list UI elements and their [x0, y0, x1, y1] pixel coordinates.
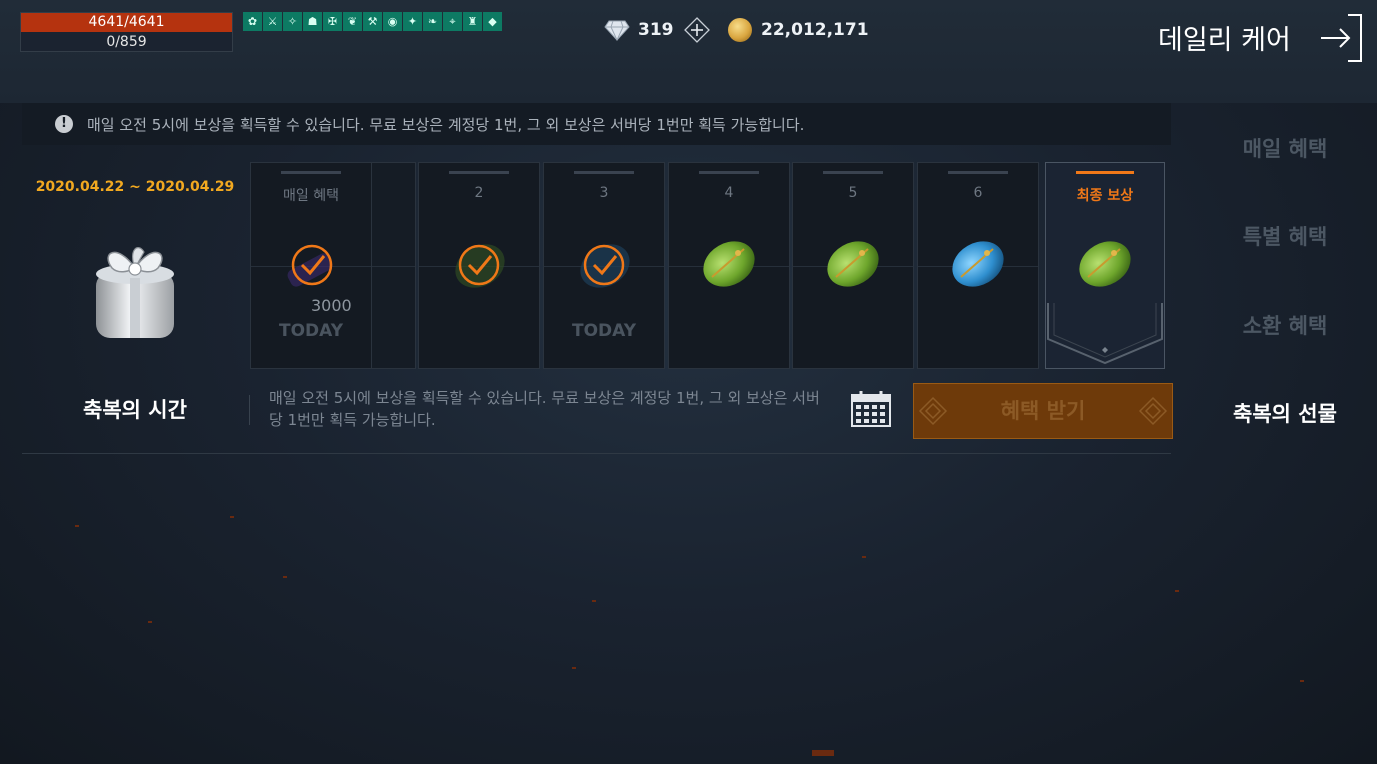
ember-particle [148, 621, 152, 623]
buff-icon[interactable]: ❧ [423, 12, 442, 31]
reward-card-day-3[interactable]: 3 TODAY [543, 162, 665, 369]
buff-icon[interactable]: ☗ [303, 12, 322, 31]
buff-icon[interactable]: ◉ [383, 12, 402, 31]
ember-particle [230, 516, 234, 518]
card-divider [371, 266, 415, 267]
ember-particle [1175, 590, 1179, 592]
hp-value: 4641/4641 [88, 14, 165, 30]
card-label: 최종 보상 [1076, 188, 1134, 204]
card-indicator [1076, 171, 1134, 174]
gem-counter: 319 [604, 16, 710, 44]
card-label: 3 [599, 185, 609, 201]
buff-icon[interactable]: ⚒ [363, 12, 382, 31]
buff-icon[interactable]: ✧ [283, 12, 302, 31]
buff-icon[interactable]: ✿ [243, 12, 262, 31]
green-leaf-icon [703, 241, 755, 287]
buff-icon[interactable]: ♜ [463, 12, 482, 31]
claim-label: 혜택 받기 [1000, 399, 1086, 423]
reward-quantity: 3000 [311, 296, 352, 315]
tab-daily-benefit[interactable]: 매일 혜택 [1200, 133, 1370, 163]
alert-icon: ! [55, 115, 73, 133]
reward-card-day-4[interactable]: 4 [668, 162, 790, 369]
buff-icon[interactable]: ❦ [343, 12, 362, 31]
reward-card-day-6[interactable]: 6 [917, 162, 1039, 369]
tab-special-benefit[interactable]: 특별 혜택 [1200, 221, 1370, 251]
add-gems-button[interactable] [683, 17, 710, 43]
divider [249, 395, 250, 425]
card-label: 4 [724, 185, 734, 201]
gift-box-icon [96, 247, 174, 338]
card-indicator [281, 171, 341, 174]
screen-title: 데일리 케어 [1158, 25, 1291, 56]
event-description: 매일 오전 5시에 보상을 획득할 수 있습니다. 무료 보상은 계정당 1번,… [269, 389, 820, 429]
reward-card-hidden [370, 162, 416, 369]
ember-particle [572, 667, 576, 669]
tab-summon-benefit[interactable]: 소환 혜택 [1200, 310, 1370, 340]
buff-icon[interactable]: ◆ [483, 12, 502, 31]
checkmark-icon [583, 244, 625, 286]
gem-amount: 319 [638, 20, 674, 40]
gold-counter: 22,012,171 [728, 16, 869, 44]
event-name: 축복의 시간 [83, 398, 187, 422]
exit-icon[interactable] [1318, 13, 1364, 63]
ornament-icon [1138, 396, 1168, 426]
card-indicator [449, 171, 509, 174]
buff-icon[interactable]: ⌖ [443, 12, 462, 31]
card-indicator [699, 171, 759, 174]
card-indicator [948, 171, 1008, 174]
card-label: 2 [474, 185, 484, 201]
notice-bar: ! 매일 오전 5시에 보상을 획득할 수 있습니다. 무료 보상은 계정당 1… [22, 103, 1171, 145]
tab-blessing-gift[interactable]: 축복의 선물 [1200, 398, 1370, 428]
green-leaf-icon [1079, 241, 1131, 287]
card-label: 6 [973, 185, 983, 201]
card-label: 매일 혜택 [283, 188, 339, 204]
reward-card-day-5[interactable]: 5 [792, 162, 914, 369]
card-frame-ornament [1047, 303, 1163, 365]
diamond-icon [604, 20, 630, 41]
gold-amount: 22,012,171 [761, 20, 869, 40]
ember-particle [812, 750, 834, 756]
mp-value: 0/859 [106, 34, 147, 50]
reward-card-day-2[interactable]: 2 [418, 162, 540, 369]
buff-icon[interactable]: ✠ [323, 12, 342, 31]
ember-particle [1300, 680, 1304, 682]
ember-particle [592, 600, 596, 602]
checkmark-icon [458, 244, 500, 286]
blue-leaf-icon [952, 241, 1004, 287]
buff-icon[interactable]: ⚔ [263, 12, 282, 31]
card-indicator [574, 171, 634, 174]
reward-card-daily[interactable]: 매일 혜택 3000 TODAY [250, 162, 372, 369]
ornament-icon [918, 396, 948, 426]
section-divider [22, 453, 1171, 454]
card-label: 5 [848, 185, 858, 201]
ember-particle [862, 556, 866, 558]
today-label: TODAY [572, 321, 636, 341]
ember-particle [283, 576, 287, 578]
card-indicator [823, 171, 883, 174]
status-panel: 4641/4641 0/859 [20, 12, 233, 52]
checkmark-icon [291, 244, 333, 286]
today-label: TODAY [279, 321, 343, 341]
reward-track: 매일 혜택 3000 TODAY 2 3 TODAY 4 5 6 최종 보상 [250, 162, 1170, 369]
reward-card-final[interactable]: 최종 보상 [1045, 162, 1165, 369]
event-period: 2020.04.22 ~ 2020.04.29 [35, 179, 235, 195]
buff-icon[interactable]: ✦ [403, 12, 422, 31]
green-leaf-icon [827, 241, 879, 287]
notice-text: 매일 오전 5시에 보상을 획득할 수 있습니다. 무료 보상은 계정당 1번,… [87, 116, 805, 134]
claim-reward-button[interactable]: 혜택 받기 [913, 383, 1173, 439]
gold-coin-icon [728, 18, 752, 42]
calendar-icon[interactable] [850, 390, 892, 428]
ember-particle [75, 525, 79, 527]
buff-bar: ✿ ⚔ ✧ ☗ ✠ ❦ ⚒ ◉ ✦ ❧ ⌖ ♜ ◆ [243, 12, 502, 31]
